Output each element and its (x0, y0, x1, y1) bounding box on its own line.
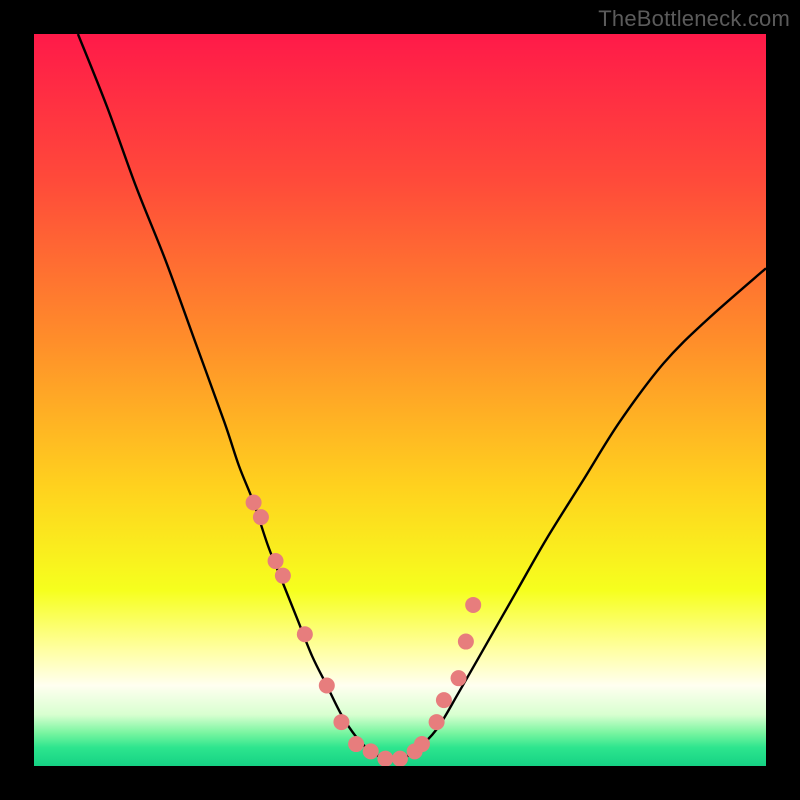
marker-dot (429, 714, 445, 730)
marker-dot (275, 568, 291, 584)
marker-dot (436, 692, 452, 708)
marker-dot (268, 553, 284, 569)
marker-dot (465, 597, 481, 613)
marker-dot (451, 670, 467, 686)
marker-dot (392, 751, 408, 766)
marker-dot (348, 736, 364, 752)
marker-dot (253, 509, 269, 525)
marker-dot (297, 626, 313, 642)
outer-frame: TheBottleneck.com (0, 0, 800, 800)
plot-area (34, 34, 766, 766)
chart-svg (34, 34, 766, 766)
marker-dot (333, 714, 349, 730)
marker-dot (458, 634, 474, 650)
marker-dot (246, 494, 262, 510)
marker-dot (319, 677, 335, 693)
watermark-text: TheBottleneck.com (598, 6, 790, 32)
gradient-bg (34, 34, 766, 766)
marker-dot (377, 751, 393, 766)
marker-dot (414, 736, 430, 752)
marker-dot (363, 743, 379, 759)
